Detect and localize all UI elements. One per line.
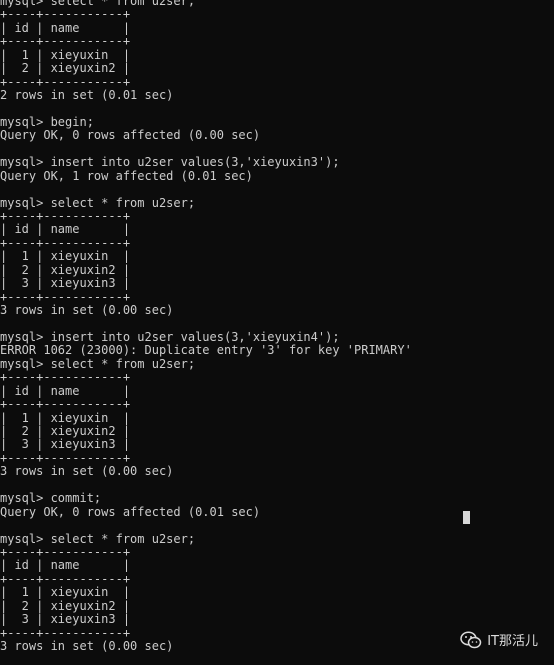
terminal-line: +----+-----------+ [0, 235, 131, 250]
terminal-output[interactable]: mysql> select * from u2ser; +----+-------… [0, 0, 554, 653]
watermark-label: IT那活儿 [487, 634, 538, 649]
terminal-line: +----+-----------+ [0, 7, 131, 22]
terminal-line: mysql> commit; [0, 491, 102, 506]
terminal-line: Query OK, 0 rows affected (0.01 sec) [0, 504, 261, 519]
terminal-line: +----+-----------+ [0, 289, 131, 304]
terminal-line: mysql> select * from u2ser; [0, 195, 196, 210]
terminal-line: | id | name | [0, 222, 131, 237]
wechat-icon [460, 631, 482, 649]
terminal-line: Query OK, 0 rows affected (0.00 sec) [0, 128, 261, 143]
terminal-line: mysql> begin; [0, 114, 94, 129]
terminal-line: | 1 | xieyuxin | [0, 585, 131, 600]
terminal-line: 3 rows in set (0.00 sec) [0, 303, 174, 318]
terminal-line: mysql> insert into u2ser values(3,'xieyu… [0, 155, 340, 170]
terminal-line: | 2 | xieyuxin2 | [0, 61, 131, 76]
terminal-line: | 1 | xieyuxin | [0, 410, 131, 425]
terminal-line: +----+-----------+ [0, 34, 131, 49]
terminal-line: +----+-----------+ [0, 74, 131, 89]
terminal-line: | 2 | xieyuxin2 | [0, 598, 131, 613]
terminal-line: | id | name | [0, 20, 131, 35]
watermark: IT那活儿 [460, 630, 538, 649]
text-cursor [463, 511, 470, 524]
terminal-line: +----+-----------+ [0, 571, 131, 586]
terminal-line: | 3 | xieyuxin3 | [0, 276, 131, 291]
terminal-line: +----+-----------+ [0, 544, 131, 559]
terminal-line: +----+-----------+ [0, 370, 131, 385]
terminal-line: | id | name | [0, 383, 131, 398]
terminal-line: +----+-----------+ [0, 209, 131, 223]
terminal-line: | 3 | xieyuxin3 | [0, 437, 131, 452]
terminal-line: +----+-----------+ [0, 450, 131, 465]
terminal-line: 3 rows in set (0.00 sec) [0, 464, 174, 479]
terminal-line: 2 rows in set (0.01 sec) [0, 88, 174, 103]
terminal-line: | 1 | xieyuxin | [0, 47, 131, 62]
terminal-line: ERROR 1062 (23000): Duplicate entry '3' … [0, 343, 412, 358]
terminal-line: mysql> select * from u2ser; [0, 531, 196, 546]
terminal-line: mysql> insert into u2ser values(3,'xieyu… [0, 329, 340, 344]
terminal-line: mysql> select * from u2ser; [0, 356, 196, 371]
terminal-line: | 1 | xieyuxin | [0, 249, 131, 264]
terminal-line: Query OK, 1 row affected (0.01 sec) [0, 168, 253, 183]
terminal-line: | id | name | [0, 558, 131, 573]
terminal-line: | 3 | xieyuxin3 | [0, 612, 131, 627]
terminal-line: | 2 | xieyuxin2 | [0, 262, 131, 277]
terminal-line: +----+-----------+ [0, 397, 131, 412]
terminal-line: | 2 | xieyuxin2 | [0, 424, 131, 438]
